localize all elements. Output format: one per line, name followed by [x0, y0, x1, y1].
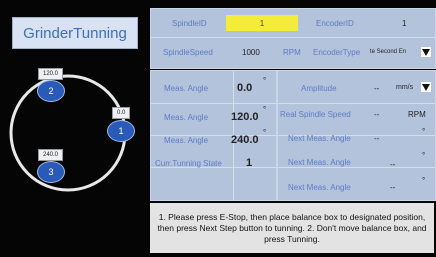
- divider: [278, 103, 435, 104]
- degree-unit: °: [263, 105, 267, 114]
- meas-angle-1-label: Meas. Angle: [164, 84, 209, 93]
- instruction-message: 1. Please press E-Stop, then place balan…: [150, 203, 434, 253]
- next-meas-angle-2-value: --: [390, 160, 396, 169]
- degree-unit: °: [422, 151, 426, 160]
- next-meas-angle-2-label: Next Meas. Angle: [288, 158, 351, 167]
- tunning-state-value: 1: [246, 157, 253, 169]
- encoder-type-label: EncoderType: [313, 48, 361, 57]
- amplitude-label: Amplitude: [301, 84, 337, 93]
- encoder-type-dropdown[interactable]: [421, 47, 431, 57]
- point-2-marker[interactable]: 2: [37, 80, 65, 102]
- divider: [151, 103, 276, 104]
- next-meas-angle-3-label: Next Meas. Angle: [288, 183, 351, 192]
- divider: [278, 167, 435, 168]
- next-meas-angle-1-label: Next Meas. Angle: [288, 134, 351, 143]
- point-2-angle-tag: 120.0: [38, 68, 64, 80]
- degree-unit: °: [263, 128, 267, 137]
- encoder-type-value[interactable]: te Second En: [370, 49, 406, 55]
- balance-dial: 120.0 2 0.0 1 240.0 3: [0, 60, 148, 250]
- spindle-speed-value[interactable]: 1000: [242, 48, 260, 57]
- chevron-down-icon: [422, 83, 430, 91]
- degree-unit: °: [422, 176, 426, 185]
- real-spindle-speed-unit: RPM: [408, 110, 426, 119]
- spindle-id-field[interactable]: 1: [226, 15, 298, 31]
- tunning-state-label: Curr.Tunning State: [155, 159, 222, 168]
- dial-ring: [9, 74, 127, 192]
- encoder-id-label: EncoderID: [316, 19, 354, 28]
- hmi-screen: GrinderTunning 120.0 2 0.0 1 240.0 3 Spi…: [0, 0, 436, 257]
- point-1-angle-tag: 0.0: [112, 107, 131, 119]
- amplitude-unit-dropdown[interactable]: [421, 82, 431, 92]
- point-3-marker[interactable]: 3: [37, 161, 65, 183]
- spindle-speed-label: SpindleSpeed: [163, 48, 213, 57]
- chevron-down-icon: [422, 48, 430, 56]
- amplitude-unit: mm/s: [396, 84, 414, 91]
- real-spindle-speed-value: --: [374, 110, 380, 119]
- next-meas-angle-3-value: --: [390, 183, 396, 192]
- rpm-unit: RPM: [283, 48, 301, 57]
- divider: [151, 37, 435, 38]
- next-meas-angle-1-value: --: [374, 134, 380, 143]
- meas-angle-2-label: Meas. Angle: [164, 113, 209, 122]
- degree-unit: °: [422, 127, 426, 136]
- page-title: GrinderTunning: [12, 17, 138, 49]
- point-1-marker[interactable]: 1: [107, 120, 135, 142]
- degree-unit: °: [263, 76, 267, 85]
- point-3-angle-tag: 240.0: [38, 149, 64, 161]
- meas-angle-1-value: 0.0: [237, 82, 253, 94]
- meas-angle-2-value: 120.0: [231, 111, 259, 123]
- meas-angle-3-label: Meas. Angle: [164, 136, 209, 145]
- spindle-id-label: SpindleID: [172, 19, 207, 28]
- encoder-id-value: 1: [402, 19, 407, 28]
- meas-angle-3-value: 240.0: [231, 134, 259, 146]
- real-spindle-speed-label: Real Spindle Speed: [280, 110, 351, 119]
- amplitude-value: --: [374, 84, 380, 93]
